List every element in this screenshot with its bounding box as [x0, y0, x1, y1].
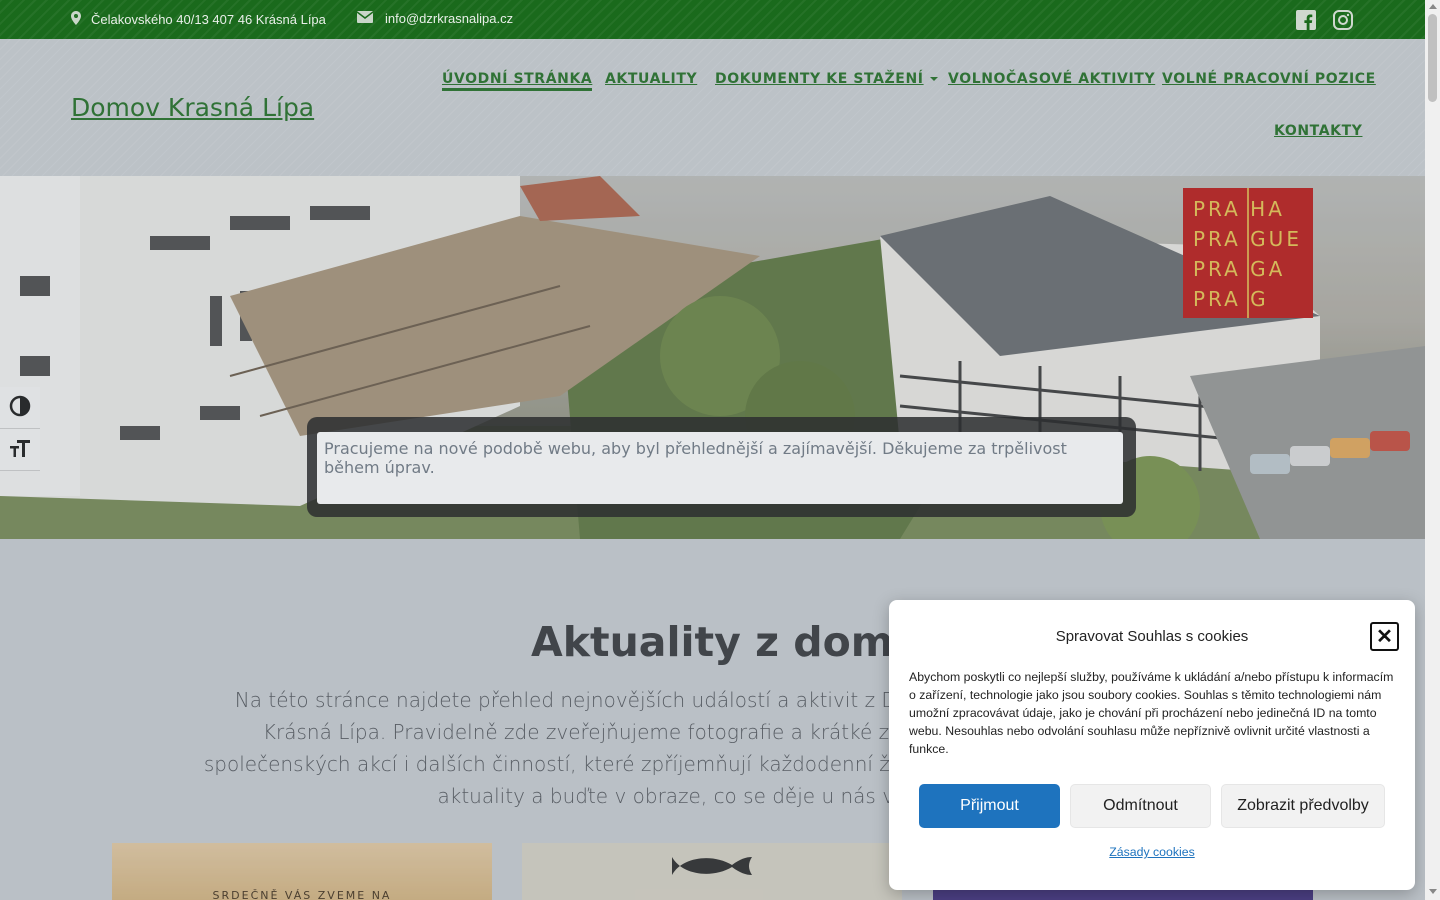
address-block: Čelakovského 40/13 407 46 Krásná Lípa: [71, 11, 326, 28]
cookie-dialog: Spravovat Souhlas s cookies ✕ Abychom po…: [889, 600, 1415, 890]
scroll-down-arrow-icon[interactable]: [1429, 889, 1437, 894]
site-header: Domov Krasná Lípa ÚVODNÍ STRÁNKA AKTUALI…: [0, 39, 1425, 176]
email-block[interactable]: info@dzrkrasnalipa.cz: [356, 11, 513, 26]
chevron-down-icon: [929, 77, 938, 81]
email-link[interactable]: info@dzrkrasnalipa.cz: [385, 11, 513, 26]
fish-icon: [672, 857, 752, 875]
instagram-icon[interactable]: [1333, 10, 1353, 30]
card-caption: SRDEČNĚ VÁS ZVEME NA: [212, 889, 392, 900]
deny-button[interactable]: Odmítnout: [1070, 784, 1211, 828]
social-links: [1296, 10, 1353, 30]
nav-item-dokumenty-label: DOKUMENTY KE STAŽENÍ: [715, 71, 924, 87]
map-pin-icon: [71, 11, 81, 28]
logo-divider: [1247, 188, 1249, 318]
preferences-button[interactable]: Zobrazit předvolby: [1221, 784, 1385, 828]
text-size-icon: [9, 437, 31, 463]
site-title-link[interactable]: Domov Krasná Lípa: [71, 93, 314, 122]
nav-item-uvodni-stranka[interactable]: ÚVODNÍ STRÁNKA: [442, 71, 593, 91]
facebook-icon[interactable]: [1296, 10, 1316, 30]
contrast-toggle-button[interactable]: [0, 387, 40, 429]
envelope-icon: [356, 11, 374, 26]
nav-item-dokumenty[interactable]: DOKUMENTY KE STAŽENÍ: [715, 71, 938, 87]
notice-box: Pracujeme na nové podobě webu, aby byl p…: [317, 432, 1123, 504]
news-card[interactable]: [522, 843, 902, 900]
font-size-toggle-button[interactable]: [0, 429, 40, 471]
contrast-icon: [9, 395, 31, 421]
close-button[interactable]: ✕: [1370, 622, 1399, 651]
close-icon: ✕: [1376, 625, 1393, 648]
accessibility-toolbar: [0, 387, 40, 471]
address-text: Čelakovského 40/13 407 46 Krásná Lípa: [91, 12, 326, 27]
top-bar: Čelakovského 40/13 407 46 Krásná Lípa in…: [0, 0, 1425, 39]
cookie-text: Abychom poskytli co nejlepší služby, pou…: [909, 670, 1394, 756]
nav-item-aktuality[interactable]: AKTUALITY: [605, 71, 697, 87]
accept-button[interactable]: Přijmout: [919, 784, 1060, 828]
nav-item-volne-pracovni-pozice[interactable]: VOLNÉ PRACOVNÍ POZICE: [1162, 71, 1376, 87]
news-card[interactable]: SRDEČNĚ VÁS ZVEME NA: [112, 843, 492, 900]
cookie-policy-link[interactable]: Zásady cookies: [889, 845, 1415, 859]
scroll-up-arrow-icon[interactable]: [1429, 4, 1437, 9]
nav-item-volnocasove-aktivity[interactable]: VOLNOČASOVÉ AKTIVITY: [948, 71, 1155, 87]
page-scrollbar[interactable]: [1425, 0, 1440, 900]
praha-logo: PRA HA PRA GUE PRA GA PRA G: [1183, 188, 1313, 318]
scrollbar-thumb[interactable]: [1428, 14, 1437, 102]
page: Čelakovského 40/13 407 46 Krásná Lípa in…: [0, 0, 1425, 900]
nav-item-kontakty[interactable]: KONTAKTY: [1274, 123, 1362, 139]
cookie-title: Spravovat Souhlas s cookies: [1055, 628, 1249, 645]
